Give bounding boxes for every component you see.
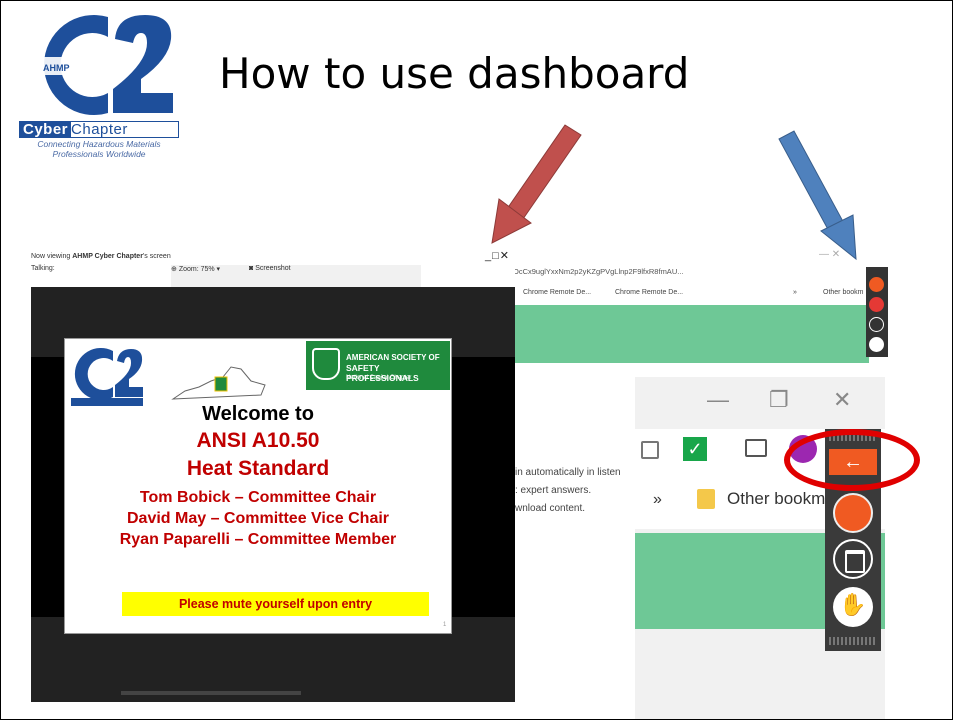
annotation-arrows <box>491 124 857 261</box>
red-arrow <box>491 124 582 244</box>
blue-arrow <box>778 130 857 261</box>
slide: AHMP Cyber Chapter Connecting Hazardous M… <box>0 0 953 720</box>
